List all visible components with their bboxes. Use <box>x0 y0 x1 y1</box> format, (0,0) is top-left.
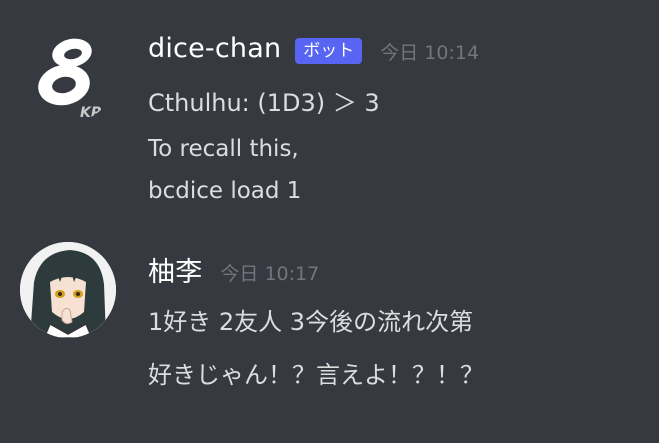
message-line-1: 1好き 2友人 3今後の流れ次第 <box>148 308 474 336</box>
username[interactable]: 柚李 <box>148 250 202 289</box>
message-header: dice-chan ボット 今日 10:14 <box>148 33 479 64</box>
username[interactable]: dice-chan <box>148 33 281 64</box>
bot-badge: ボット <box>295 37 363 64</box>
message-header: 柚李 今日 10:17 <box>148 250 319 289</box>
message-group-dice-chan: KP dice-chan ボット 今日 10:14 Cthulhu: (1D3)… <box>0 27 659 217</box>
message-line-2: 好きじゃん！？言えよ！？！？ <box>148 361 484 389</box>
avatar[interactable]: KP <box>20 27 116 123</box>
message-line-2: To recall this, <box>148 136 299 162</box>
message-line-3: bcdice load 1 <box>148 178 302 204</box>
message-line-1: Cthulhu: (1D3) ＞ 3 <box>148 89 380 117</box>
avatar[interactable] <box>20 242 116 338</box>
avatar-kp-label: KP <box>80 105 102 121</box>
timestamp[interactable]: 今日 10:14 <box>380 38 479 65</box>
message-group-yuri: 柚李 今日 10:17 1好き 2友人 3今後の流れ次第 好きじゃん！？言えよ！… <box>0 242 659 412</box>
timestamp[interactable]: 今日 10:17 <box>220 259 319 286</box>
dice-bot-logo-icon: KP <box>38 38 102 121</box>
anime-character-avatar-icon <box>20 242 116 338</box>
